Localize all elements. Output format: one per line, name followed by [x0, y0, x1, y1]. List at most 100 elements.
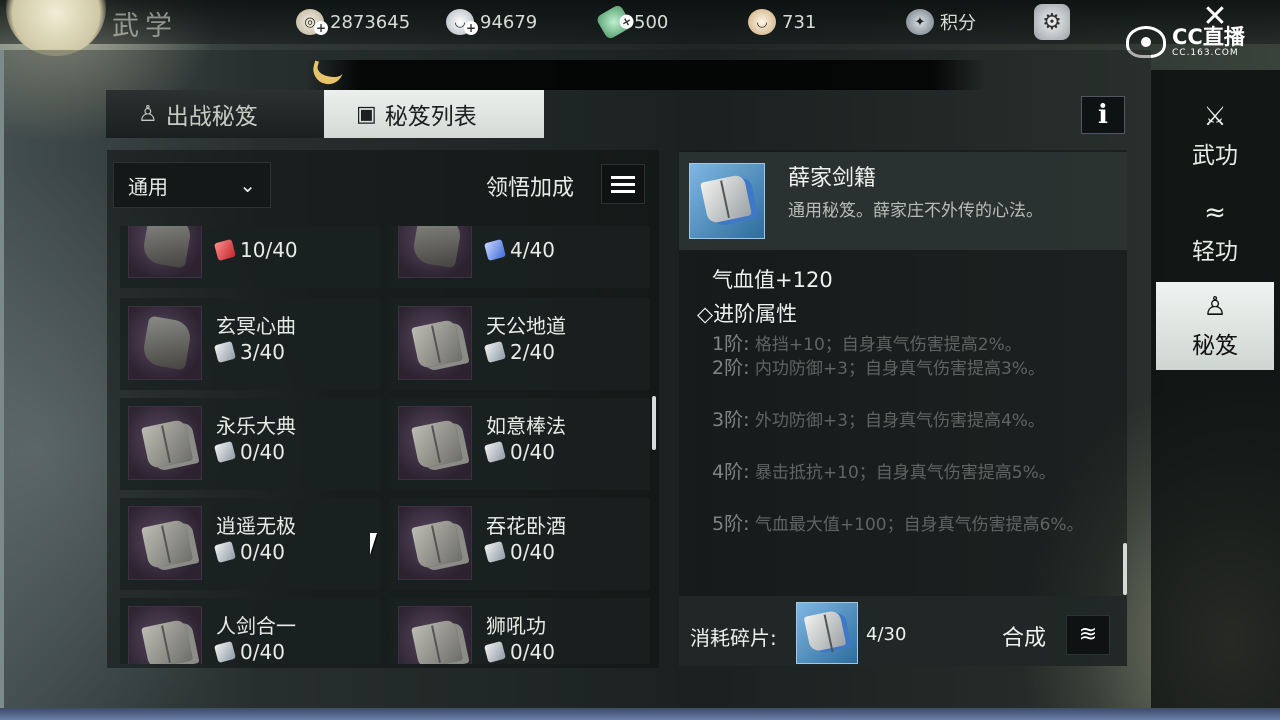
fragment-icon: [483, 340, 507, 364]
tier-level: 5阶:: [712, 513, 750, 535]
manual-name: 逍遥无极: [216, 514, 296, 538]
list-view-button[interactable]: [601, 164, 645, 204]
manual-thumbnail: [128, 506, 202, 580]
manual-thumbnail: [398, 406, 472, 480]
info-button[interactable]: i: [1081, 96, 1125, 134]
fragment-icon: [213, 440, 237, 464]
list-icon-line: [611, 175, 635, 179]
manual-name: 吞花卧酒: [486, 514, 566, 538]
count-value: 0/40: [510, 640, 555, 664]
manual-card[interactable]: 人剑合一 0/40: [120, 598, 380, 664]
chevron-down-icon: ⌄: [239, 173, 256, 197]
manual-name: 人剑合一: [216, 614, 296, 638]
count-value: 0/40: [510, 540, 555, 564]
manual-count: 0/40: [483, 540, 555, 564]
nav-label: 轻功: [1192, 239, 1238, 265]
plus-icon: +: [464, 21, 478, 35]
fragment-count: 4/30: [866, 624, 907, 645]
manual-name: 天公地道: [486, 314, 566, 338]
manual-card[interactable]: 10/40: [120, 226, 380, 288]
tier-text: 格挡+10；自身真气伤害提高2%。: [754, 335, 1022, 355]
detail-scrollbar[interactable]: [1123, 543, 1127, 595]
tab-label: 出战秘笈: [165, 104, 258, 130]
manual-count: 0/40: [213, 440, 285, 464]
tier-row: 1阶: 格挡+10；自身真气伤害提高2%。: [712, 331, 1112, 358]
tier-level: 1阶:: [712, 333, 750, 355]
count-value: 3/40: [240, 340, 285, 364]
comprehension-bonus-label: 领悟加成: [486, 176, 575, 201]
synthesize-label: 合成: [1002, 626, 1047, 651]
gear-icon: ⚙: [1042, 9, 1062, 35]
count-value: 0/40: [240, 540, 285, 564]
cost-fragments-label: 消耗碎片:: [690, 626, 777, 650]
manual-card[interactable]: 吞花卧酒 0/40: [390, 498, 650, 590]
nav-label: 武功: [1192, 143, 1238, 169]
resource-points[interactable]: ✦ 积分: [906, 8, 976, 36]
synthesize-button[interactable]: ≋: [1066, 615, 1110, 655]
detail-stat: 气血值+120: [712, 268, 833, 292]
manual-name: 狮吼功: [486, 614, 546, 638]
nav-item-lightness-skill[interactable]: ≈ 轻功: [1156, 188, 1274, 276]
count-value: 0/40: [240, 640, 285, 664]
scroll-icon: [141, 315, 193, 371]
tier-row: 4阶: 暴击抵抗+10；自身真气伤害提高5%。: [712, 459, 1112, 486]
book-icon: [700, 173, 752, 225]
mouse-cursor-icon: [370, 533, 384, 555]
resource-jade[interactable]: + 500: [595, 3, 668, 41]
manual-card[interactable]: 玄冥心曲 3/40: [120, 298, 380, 390]
fragment-icon: [213, 640, 237, 664]
resource-gold-bowl[interactable]: ◡ 731: [748, 8, 816, 36]
cc-url: CC.163.COM: [1172, 48, 1239, 58]
manual-name: 玄冥心曲: [216, 314, 296, 338]
tier-row: 3阶: 外功防御+3；自身真气伤害提高4%。: [712, 407, 1112, 434]
tab-manual-list[interactable]: ▣ 秘笈列表: [324, 90, 544, 138]
manual-name: 如意棒法: [486, 414, 566, 438]
fragment-thumbnail[interactable]: [796, 602, 858, 664]
manual-card[interactable]: 如意棒法 0/40: [390, 398, 650, 490]
manual-card[interactable]: 天公地道 2/40: [390, 298, 650, 390]
lightness-skill-icon: ≈: [1204, 198, 1226, 228]
silver-bowl-icon: ◡ +: [446, 9, 478, 35]
manual-card[interactable]: 逍遥无极 0/40: [120, 498, 380, 590]
tab-deployed-manuals[interactable]: ♙ 出战秘笈: [106, 90, 326, 138]
detail-title: 薛家剑籍: [788, 166, 877, 191]
tier-level: 4阶:: [712, 461, 750, 483]
tier-row: 5阶: 气血最大值+100；自身真气伤害提高6%。: [712, 511, 1112, 538]
manual-card[interactable]: 4/40: [390, 226, 650, 288]
nav-item-manuals[interactable]: ♙ 秘笈: [1156, 282, 1274, 370]
fragment-icon: [483, 640, 507, 664]
tier-row: 2阶: 内功防御+3；自身真气伤害提高3%。: [712, 355, 1112, 382]
manual-thumbnail: [128, 606, 202, 664]
manual-count: 10/40: [213, 238, 298, 262]
manual-card[interactable]: 永乐大典 0/40: [120, 398, 380, 490]
jade-icon: +: [595, 3, 637, 41]
book-icon: [141, 418, 193, 470]
tier-level: 2阶:: [712, 357, 750, 379]
manual-count: 0/40: [213, 540, 285, 564]
resource-label: 积分: [940, 13, 976, 34]
resource-silver-bowl[interactable]: ◡ + 94679: [446, 8, 537, 36]
book-icon: [411, 418, 463, 470]
fragment-icon: [483, 238, 507, 262]
book-icon: [141, 518, 193, 570]
resource-coin[interactable]: ◎ + 2873645: [296, 8, 410, 36]
fragment-icon: [483, 540, 507, 564]
manual-card[interactable]: 狮吼功 0/40: [390, 598, 650, 664]
nav-item-martial-arts[interactable]: ⚔ 武功: [1156, 92, 1274, 180]
list-scrollbar[interactable]: [652, 396, 656, 450]
coin-icon: ◎ +: [296, 9, 328, 35]
category-dropdown[interactable]: 通用 ⌄: [113, 162, 271, 208]
manual-grid: 10/40 4/40 玄冥心曲 3/40 天公地道 2/40 永乐大典 0/40…: [118, 226, 654, 664]
manual-count: 0/40: [483, 640, 555, 664]
scroll-icon: [141, 226, 193, 269]
settings-button[interactable]: ⚙: [1034, 4, 1070, 40]
count-value: 0/40: [240, 440, 285, 464]
fragment-icon: [213, 540, 237, 564]
manual-thumbnail: [128, 306, 202, 380]
page-title: 武学: [112, 11, 178, 42]
dropdown-value: 通用: [128, 174, 168, 199]
book-icon: [411, 318, 463, 370]
meditation-icon: ♙: [1203, 292, 1227, 322]
martial-arts-icon: ⚔: [1203, 102, 1227, 132]
scroll-icon: [411, 226, 463, 269]
